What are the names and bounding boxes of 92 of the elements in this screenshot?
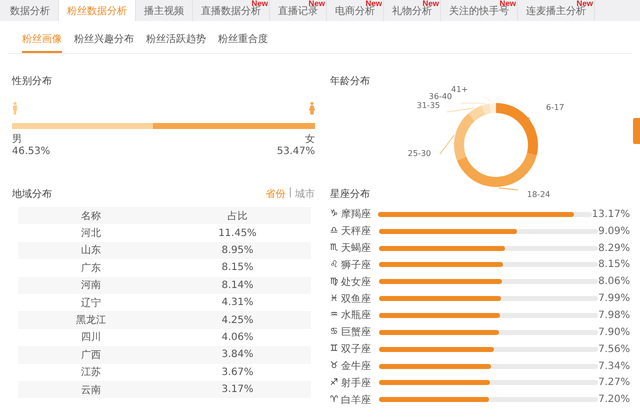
table-cell-text: 8.95% [220,244,254,256]
gender-label: 男 [12,134,23,146]
separator: | [288,187,292,200]
table-cell-text: 4.06% [220,332,254,343]
table-cell-text: 广西 [80,348,102,362]
table-cell-text: 4.25% [220,314,254,326]
leader-line [524,116,530,120]
new-label: New [252,0,268,7]
zodiac-name: 摩羯座 [341,208,371,222]
table-cell-text: 11.45% [217,228,258,239]
gender-label: 女 [305,134,315,146]
female-icon [309,102,315,115]
zodiac-name: 水瓶座 [341,308,371,322]
zodiac-icon: ♎ [330,226,341,236]
section-title: 性别分布 [12,74,53,88]
age-label: 41+ [451,86,468,94]
subtab[interactable]: 粉丝重合度 [218,32,268,53]
table-cell-text: 江苏 [80,366,102,380]
zodiac-name: 白羊座 [341,394,371,407]
age-label: 36-40 [428,92,452,101]
age-label: 31-35 [416,101,440,110]
percent-value: 7.98% [598,310,630,321]
section-title: 年龄分布 [330,74,371,88]
zodiac-name: 双鱼座 [341,292,371,306]
percent-value: 13.17% [592,208,630,220]
age-label: 6-17 [546,103,564,112]
zodiac-icon: ♌ [330,260,341,270]
percent-value: 9.09% [598,226,630,237]
zodiac-icon: ♍ [330,276,341,287]
table-cell-text: 四川 [80,330,102,344]
table-cell-text: 广东 [80,262,102,275]
zodiac-icon: ♈ [330,394,341,405]
zodiac-icon: ♉ [330,361,341,372]
toggle-option[interactable]: 省份 [266,187,286,201]
zodiac-icon: ♒ [330,310,341,320]
age-label: 25-30 [408,149,431,158]
column-header: 占比 [226,210,248,223]
table-cell-text: 河北 [80,226,102,240]
zodiac-icon: ♋ [330,327,341,338]
table-cell-text: 4.31% [220,297,254,308]
toggle-option[interactable]: 城市 [295,187,315,201]
table-cell-text: 3.84% [220,349,254,360]
percent-value: 7.20% [598,394,630,406]
table-cell-text: 黑龙江 [75,314,107,328]
zodiac-name: 巨蟹座 [341,326,371,340]
table-cell-text: 3.67% [220,366,254,378]
percent-value: 8.15% [598,259,630,270]
zodiac-name: 天秤座 [341,224,371,238]
new-label: New [366,0,382,7]
percent-value: 7.27% [598,377,630,388]
new-label: New [308,0,325,7]
leader-line [446,108,474,112]
percent-value: 7.56% [598,344,630,355]
zodiac-icon: ♓ [330,294,341,304]
gender-percent: 53.47% [276,146,315,158]
zodiac-name: 处女座 [341,276,371,289]
table-cell-text: 辽宁 [80,296,102,310]
percent-value: 8.06% [598,276,630,288]
section-title: 地域分布 [12,188,52,201]
subtab[interactable]: 粉丝活跃趋势 [146,32,206,53]
column-header: 名称 [80,210,102,223]
zodiac-icon: ♏ [330,243,341,254]
age-label: 18-24 [527,190,550,199]
table-cell-text: 河南 [80,278,102,292]
percent-value: 8.29% [598,242,630,254]
percent-value: 7.90% [598,326,630,338]
new-label: New [422,0,439,7]
zodiac-name: 天蝎座 [341,242,371,256]
leader-line [440,134,455,154]
zodiac-icon: ♐ [330,378,341,388]
table-cell-text: 8.14% [220,280,254,291]
zodiac-name: 双子座 [341,342,371,356]
zodiac-name: 狮子座 [341,258,371,272]
table-cell-text: 8.15% [220,262,254,274]
new-label: New [500,0,516,7]
male-icon [12,102,18,115]
zodiac-name: 金牛座 [341,360,371,374]
side-tab[interactable] [633,118,640,144]
table-cell-text: 山东 [80,244,102,258]
section-title: 星座分布 [330,188,370,201]
percent-value: 7.34% [598,360,630,372]
zodiac-icon: ♊ [330,344,341,354]
table-cell-text: 云南 [80,384,102,397]
table-cell-text: 3.17% [220,384,254,396]
leader-line [498,188,518,190]
new-label: New [576,0,593,7]
tab[interactable]: 播主视频 [136,0,193,21]
percent-value: 7.99% [598,293,630,304]
zodiac-name: 射手座 [341,376,371,390]
zodiac-icon: ♑ [330,209,341,220]
subtab[interactable]: 粉丝兴趣分布 [74,32,134,53]
gender-percent: 46.53% [12,146,50,158]
